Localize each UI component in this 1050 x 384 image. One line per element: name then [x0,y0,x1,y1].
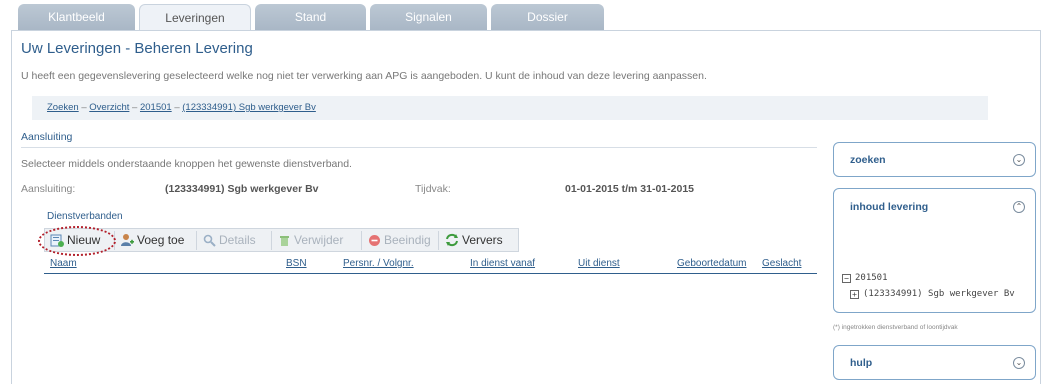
column-header-geboortedatum[interactable]: Geboortedatum [677,258,747,269]
hulp-panel-title[interactable]: hulp [850,357,872,369]
toolbar-separator [438,231,439,250]
add-person-icon [120,233,134,252]
details-button[interactable]: Details [203,232,256,249]
toolbar-separator [361,231,362,250]
toolbar-separator [271,231,272,250]
table-header-line [44,273,817,274]
column-header-uit-dienst[interactable]: Uit dienst [578,258,620,269]
section-divider [21,147,817,148]
hulp-panel: hulp ⌄ [833,345,1036,380]
tab-dossier[interactable]: Dossier [491,4,604,30]
tree-node-label: 201501 [855,273,888,283]
toolbar-separator [196,231,197,250]
expand-icon[interactable]: + [850,290,859,299]
magnifier-icon [203,234,216,252]
tijdvak-label: Tijdvak: [415,183,451,195]
tab-klantbeeld[interactable]: Klantbeeld [18,4,135,30]
refresh-icon [445,233,459,252]
chevron-up-icon[interactable]: ⌃ [1013,201,1025,213]
zoeken-panel-title[interactable]: zoeken [850,154,886,166]
details-label: Details [219,233,256,247]
breadcrumb-aansluiting[interactable]: (123334991) Sgb werkgever Bv [182,102,316,113]
nieuw-highlight-circle [38,226,116,256]
chevron-down-icon[interactable]: ⌄ [1013,154,1025,166]
intro-text: U heeft een gegevenslevering geselecteer… [21,70,707,82]
verwijder-label: Verwijder [294,233,344,247]
tab-signalen[interactable]: Signalen [370,4,487,30]
stop-icon [368,234,381,252]
column-header-bsn[interactable]: BSN [286,258,307,269]
ververs-label: Ververs [462,233,503,247]
trash-icon [278,234,291,252]
tree-node-aansluiting[interactable]: + (123334991) Sgb werkgever Bv [850,289,1015,299]
tab-stand[interactable]: Stand [255,4,366,30]
column-header-persnr[interactable]: Persnr. / Volgnr. [343,258,414,269]
breadcrumb: Zoeken – Overzicht – 201501 – (123334991… [32,96,988,120]
chevron-down-icon[interactable]: ⌄ [1013,357,1025,369]
inhoud-levering-title[interactable]: inhoud levering [850,201,928,213]
tree-node-201501[interactable]: −201501 [842,273,888,283]
voeg-toe-label: Voeg toe [137,233,185,247]
tijdvak-value: 01-01-2015 t/m 31-01-2015 [565,183,695,195]
tree-node-label: (123334991) Sgb werkgever Bv [863,289,1015,299]
aansluiting-label: Aansluiting: [21,183,76,195]
column-header-in-dienst-vanaf[interactable]: In dienst vanaf [470,258,535,269]
collapse-icon[interactable]: − [842,274,851,283]
beeindig-button[interactable]: Beeindig [368,232,431,249]
voeg-toe-button[interactable]: Voeg toe [120,232,184,249]
breadcrumb-zoeken[interactable]: Zoeken [47,102,79,113]
instruction-text: Selecteer middels onderstaande knoppen h… [21,158,352,170]
dienstverbanden-title: Dienstverbanden [47,211,123,222]
footnote-text: (*) ingetrokken dienstverband of loontij… [833,324,958,331]
main-tab-bar: Klantbeeld Leveringen Stand Signalen Dos… [0,0,1050,30]
breadcrumb-levering[interactable]: 201501 [140,102,172,113]
breadcrumb-overzicht[interactable]: Overzicht [89,102,129,113]
inhoud-levering-panel: inhoud levering ⌃ −201501 + (123334991) S… [833,188,1036,313]
aansluiting-value: (123334991) Sgb werkgever Bv [165,183,319,195]
verwijder-button[interactable]: Verwijder [278,232,343,249]
beeindig-label: Beeindig [384,233,431,247]
zoeken-panel: zoeken ⌄ [833,142,1036,177]
breadcrumb-separator: – [132,102,138,113]
column-header-naam[interactable]: Naam [50,258,77,269]
section-title-aansluiting: Aansluiting [21,131,73,143]
page-title: Uw Leveringen - Beheren Levering [21,40,253,57]
column-header-geslacht[interactable]: Geslacht [762,258,801,269]
tab-leveringen[interactable]: Leveringen [139,4,251,30]
ververs-button[interactable]: Ververs [445,232,503,249]
